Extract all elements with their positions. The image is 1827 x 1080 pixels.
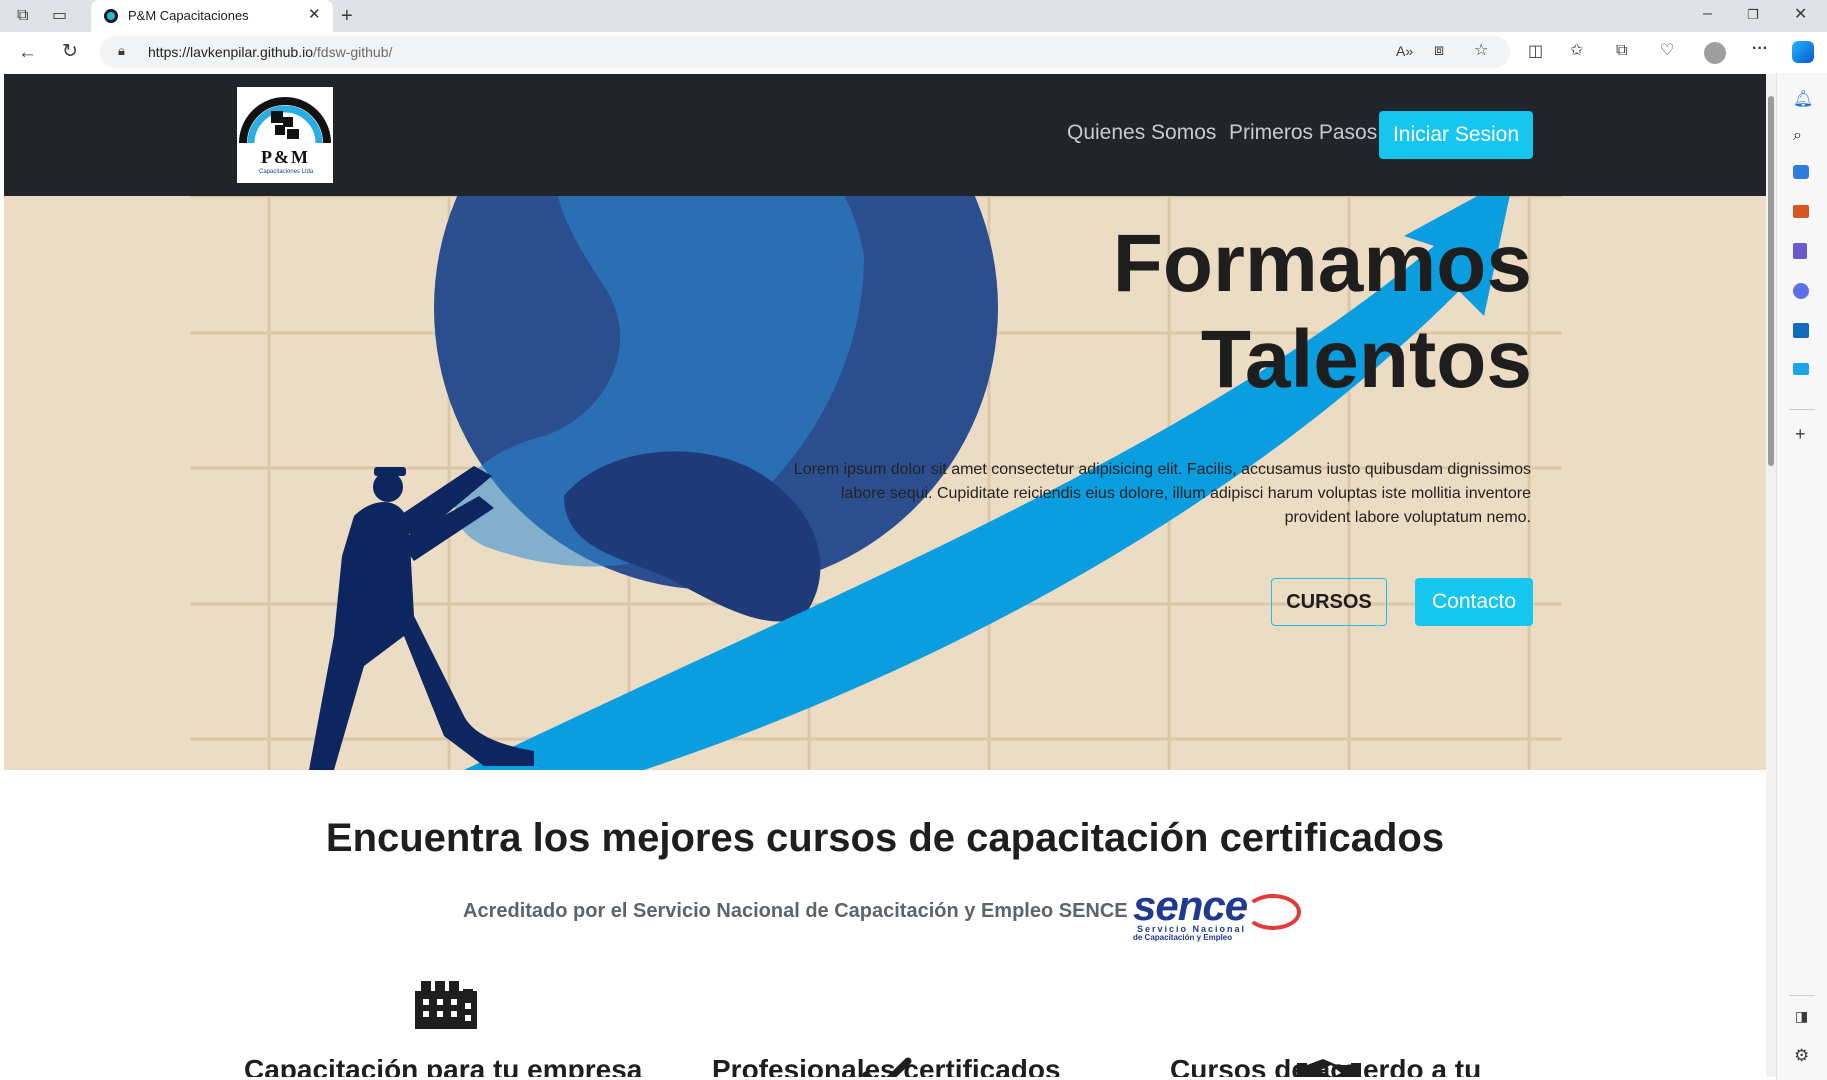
nav-link-quienes-somos[interactable]: Quienes Somos: [1067, 121, 1216, 145]
scrollbar-thumb[interactable]: [1768, 96, 1774, 466]
sidebar-divider: [1789, 409, 1815, 410]
restore-icon[interactable]: ❐: [1747, 8, 1759, 21]
shopping-icon[interactable]: [1793, 165, 1809, 179]
building-icon: [415, 981, 477, 1029]
profile-avatar[interactable]: [1704, 42, 1726, 64]
copilot-icon[interactable]: [1792, 41, 1814, 63]
settings-icon[interactable]: ⚙: [1794, 1047, 1809, 1064]
feature-title-empresa: Capacitación para tu empresa: [244, 1054, 643, 1077]
minimize-icon[interactable]: –: [1703, 6, 1712, 22]
url-text: https://lavkenpilar.github.io/fdsw-githu…: [148, 44, 393, 60]
sidebar-divider-bottom: [1789, 995, 1815, 996]
tab-close-icon[interactable]: ✕: [308, 5, 321, 23]
courses-button[interactable]: CURSOS: [1271, 578, 1387, 626]
edge-sidebar: 🔔︎ ⌕ + ◨ ⚙: [1776, 73, 1827, 1080]
add-sidebar-app-icon[interactable]: +: [1795, 425, 1806, 443]
tab-title: P&M Capacitaciones: [128, 8, 249, 23]
more-menu-icon[interactable]: ···: [1752, 41, 1768, 57]
web-page: P&M Capacitaciones Ltda Quienes Somos Pr…: [4, 74, 1766, 1077]
outlook-icon[interactable]: [1793, 323, 1809, 338]
section-title: Encuentra los mejores cursos de capacita…: [325, 816, 1445, 860]
back-icon[interactable]: ←: [18, 43, 37, 62]
feature-title-cursos: Cursos de acuerdo a tu: [1170, 1054, 1482, 1077]
lock-icon: 🔒︎: [118, 43, 125, 58]
logo-text: P&M: [261, 147, 310, 167]
site-logo[interactable]: P&M Capacitaciones Ltda: [237, 87, 333, 183]
site-favicon-icon: [104, 9, 118, 23]
hero-title: Formamos Talentos: [1112, 218, 1532, 405]
drop-icon[interactable]: [1793, 363, 1809, 375]
nav-link-primeros-pasos[interactable]: Primeros Pasos: [1229, 121, 1377, 145]
split-screen-icon[interactable]: ◫: [1528, 44, 1543, 60]
browser-tab[interactable]: P&M Capacitaciones ✕: [91, 0, 333, 32]
hide-sidebar-icon[interactable]: ◨: [1795, 1009, 1808, 1023]
new-tab-icon[interactable]: +: [341, 6, 353, 26]
hero-section: Formamos Talentos Lorem ipsum dolor sit …: [4, 196, 1766, 770]
browser-tab-bar: ⧉ ▭ P&M Capacitaciones ✕ + – ❐ ✕: [0, 0, 1827, 32]
hero-description: Lorem ipsum dolor sit amet consectetur a…: [793, 461, 1531, 526]
globe-icon: [434, 196, 998, 622]
page-scrollbar[interactable]: [1766, 74, 1776, 1077]
workspaces-icon[interactable]: ⧉: [17, 8, 28, 24]
notifications-icon[interactable]: 🔔︎: [1793, 89, 1813, 109]
close-window-icon[interactable]: ✕: [1794, 7, 1807, 23]
login-button[interactable]: Iniciar Sesion: [1379, 111, 1533, 159]
read-aloud-icon[interactable]: A»: [1396, 44, 1413, 58]
address-bar[interactable]: 🔒︎ https://lavkenpilar.github.io/fdsw-gi…: [100, 36, 1510, 68]
tab-actions-icon[interactable]: ▭: [52, 8, 67, 24]
tools-icon[interactable]: [1793, 205, 1809, 218]
refresh-icon[interactable]: ↻: [62, 42, 78, 61]
microsoft-365-icon[interactable]: [1793, 283, 1809, 299]
browser-essentials-icon[interactable]: ♡: [1660, 43, 1674, 59]
sence-logo-wordmark: sence: [1133, 882, 1248, 929]
logo-subtext: Capacitaciones Ltda: [259, 169, 314, 175]
feature-title-profesionales: Profesionales certificados: [712, 1054, 1061, 1077]
favorite-star-icon[interactable]: ☆: [1474, 43, 1488, 59]
sence-logo: sence Servicio Nacional de Capacitación …: [1133, 882, 1308, 942]
sence-accreditation-text: Acreditado por el Servicio Nacional de C…: [463, 900, 1128, 922]
immersive-reader-icon[interactable]: ⧈: [1434, 43, 1444, 59]
favorites-icon[interactable]: ✩: [1570, 43, 1583, 59]
contact-button[interactable]: Contacto: [1415, 578, 1533, 626]
navbar: P&M Capacitaciones Ltda Quienes Somos Pr…: [4, 74, 1766, 196]
collections-icon[interactable]: ⧉: [1616, 43, 1627, 59]
sence-logo-swoosh: [1245, 894, 1301, 930]
sence-logo-line2: de Capacitación y Empleo: [1133, 933, 1233, 942]
search-icon[interactable]: ⌕: [1793, 127, 1802, 145]
games-icon[interactable]: [1793, 243, 1807, 259]
browser-toolbar: ← ↻ 🔒︎ https://lavkenpilar.github.io/fds…: [0, 32, 1827, 73]
